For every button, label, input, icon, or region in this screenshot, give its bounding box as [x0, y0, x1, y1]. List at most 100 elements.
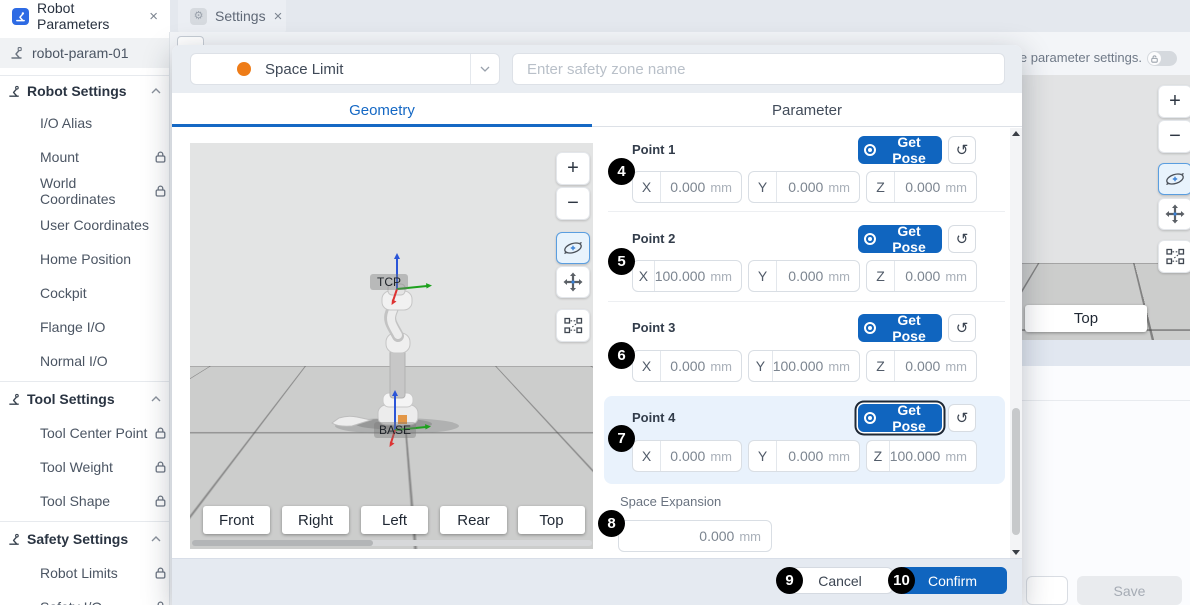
unit-label: mm [828, 449, 859, 464]
sidebar-item-tool-weight[interactable]: Tool Weight [0, 450, 169, 484]
rotate-tool-button[interactable] [1158, 163, 1190, 195]
point4-x-input[interactable]: X0.000mm [632, 440, 742, 472]
lock-icon [155, 151, 166, 163]
sidebar-item-safety-io[interactable]: Safety I/O [0, 590, 169, 605]
unit-label: mm [828, 180, 859, 195]
axis-label: Z [867, 441, 890, 471]
zone-3d-viewer[interactable]: TCP BASE + − Front Right Left Rear Top [190, 143, 593, 549]
item-label: Tool Center Point [40, 425, 147, 441]
gear-icon: ⚙ [190, 8, 207, 25]
point3-z-input[interactable]: Z0.000mm [866, 350, 977, 382]
sidebar-item-normal-io[interactable]: Normal I/O [0, 344, 169, 378]
zoom-in-button[interactable]: + [556, 152, 590, 185]
sidebar-item-user-coordinates[interactable]: User Coordinates [0, 208, 169, 242]
view-label: Rear [457, 512, 490, 529]
lock-toggle[interactable] [1147, 51, 1177, 66]
sidebar-item-world-coordinates[interactable]: World Coordinates [0, 174, 169, 208]
orbit-icon [1164, 170, 1186, 188]
point3-get-pose-button[interactable]: Get Pose [858, 314, 942, 342]
point3-reset-button[interactable]: ↺ [948, 314, 976, 342]
measure-tool-button[interactable] [556, 309, 590, 342]
point4-reset-button[interactable]: ↺ [948, 404, 976, 432]
close-icon[interactable]: × [274, 9, 283, 24]
point1-x-input[interactable]: X0.000mm [632, 171, 742, 203]
point4-get-pose-button[interactable]: Get Pose [858, 404, 942, 432]
scroll-up-arrow[interactable] [1012, 131, 1020, 136]
zone-type-select[interactable]: Space Limit [190, 53, 500, 85]
rotate-tool-button[interactable] [556, 232, 590, 264]
sidebar-section-safety-settings[interactable]: Safety Settings [0, 522, 169, 556]
view-top-button[interactable]: Top [518, 506, 585, 534]
point2-z-input[interactable]: Z0.000mm [866, 260, 977, 292]
save-button[interactable]: Save [1077, 576, 1182, 605]
point2-y-input[interactable]: Y0.000mm [748, 260, 860, 292]
app-window: Robot Parameters × ⚙ Settings × robot-pa… [0, 0, 1190, 605]
robot-arm-model [190, 143, 593, 549]
horizontal-scrollbar[interactable] [192, 540, 592, 546]
zoom-out-button[interactable]: − [1158, 120, 1190, 153]
sidebar-item-home-position[interactable]: Home Position [0, 242, 169, 276]
sidebar-section-robot-settings[interactable]: Robot Settings [0, 76, 169, 106]
sidebar-item-robot-limits[interactable]: Robot Limits [0, 556, 169, 590]
space-expansion-input[interactable]: 0.000mm [618, 520, 772, 552]
point3-y-input[interactable]: Y100.000mm [748, 350, 860, 382]
point2-x-input[interactable]: X100.000mm [632, 260, 742, 292]
pan-tool-button[interactable] [1158, 198, 1190, 230]
background-button[interactable] [1026, 576, 1068, 605]
unit-label: mm [710, 269, 741, 284]
item-label: Cockpit [40, 285, 87, 301]
pan-tool-button[interactable] [556, 266, 590, 298]
axis-label: Y [749, 261, 777, 291]
point3-x-input[interactable]: X0.000mm [632, 350, 742, 382]
close-icon[interactable]: × [149, 9, 158, 24]
vertical-scrollbar[interactable] [1010, 128, 1022, 558]
sidebar-item-tool-center-point[interactable]: Tool Center Point [0, 416, 169, 450]
tab-parameter[interactable]: Parameter [592, 93, 1022, 127]
sidebar-item-cockpit[interactable]: Cockpit [0, 276, 169, 310]
unit-label: mm [710, 359, 741, 374]
robot-arm-icon [8, 393, 21, 406]
record-icon [864, 144, 876, 156]
axis-label: Z [867, 172, 895, 202]
tab-settings[interactable]: ⚙ Settings × [178, 0, 286, 32]
coord-value: 0.000 [661, 358, 710, 374]
cancel-label: Cancel [818, 573, 862, 589]
view-front-button[interactable]: Front [203, 506, 270, 534]
sidebar-item-io-alias[interactable]: I/O Alias [0, 106, 169, 140]
point1-reset-button[interactable]: ↺ [948, 136, 976, 164]
sidebar-item-mount[interactable]: Mount [0, 140, 169, 174]
point2-get-pose-button[interactable]: Get Pose [858, 225, 942, 253]
tab-robot-parameters[interactable]: Robot Parameters × [0, 0, 170, 32]
zone-name-input[interactable] [512, 53, 1005, 85]
zoom-in-button[interactable]: + [1158, 85, 1190, 118]
view-right-button[interactable]: Right [282, 506, 349, 534]
measure-tool-button[interactable] [1158, 240, 1190, 273]
sidebar-item-tool-shape[interactable]: Tool Shape [0, 484, 169, 518]
point2-reset-button[interactable]: ↺ [948, 225, 976, 253]
point1-get-pose-button[interactable]: Get Pose [858, 136, 942, 164]
save-label: Save [1114, 583, 1146, 599]
sidebar: robot-param-01 Robot Settings I/O Alias … [0, 32, 170, 605]
point4-z-input[interactable]: Z100.000mm [866, 440, 977, 472]
zoom-out-button[interactable]: − [556, 187, 590, 220]
annotation-badge-6: 6 [608, 342, 635, 369]
scrollbar-thumb[interactable] [192, 540, 373, 546]
sidebar-item-flange-io[interactable]: Flange I/O [0, 310, 169, 344]
axis-label: X [633, 351, 661, 381]
background-3d-viewer[interactable]: + − Top [1022, 75, 1190, 340]
view-rear-button[interactable]: Rear [440, 506, 507, 534]
divider [1022, 400, 1190, 401]
scroll-down-arrow[interactable] [1012, 550, 1020, 555]
point1-z-input[interactable]: Z0.000mm [866, 171, 977, 203]
tcp-label: TCP [370, 274, 408, 290]
sidebar-item-robot-param-01[interactable]: robot-param-01 [0, 38, 169, 68]
view-top-button[interactable]: Top [1025, 305, 1147, 332]
item-label: Tool Weight [40, 459, 113, 475]
param-file-label: robot-param-01 [32, 45, 129, 61]
view-left-button[interactable]: Left [361, 506, 428, 534]
scrollbar-thumb[interactable] [1012, 408, 1020, 535]
tab-geometry[interactable]: Geometry [172, 93, 592, 127]
sidebar-section-tool-settings[interactable]: Tool Settings [0, 382, 169, 416]
point1-y-input[interactable]: Y0.000mm [748, 171, 860, 203]
point4-y-input[interactable]: Y0.000mm [748, 440, 860, 472]
